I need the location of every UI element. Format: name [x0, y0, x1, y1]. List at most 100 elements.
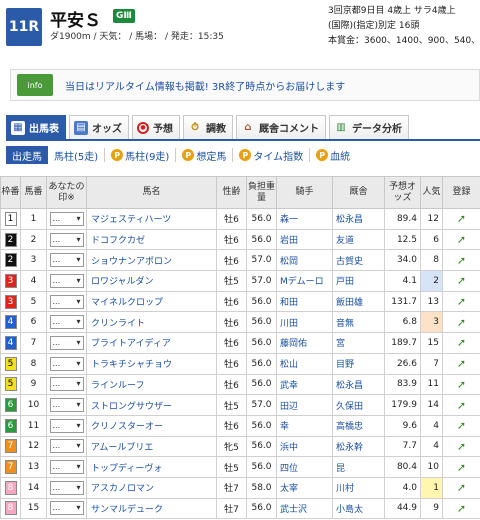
jockey-link[interactable]: 太宰 [276, 476, 333, 499]
horse-name-link[interactable]: マジェスティハーツ [86, 208, 217, 230]
trainer-link[interactable]: 川村 [332, 476, 385, 499]
mark-select[interactable]: ... [49, 315, 84, 330]
race-info-line2: (国際)(指定)別定 16頭 [328, 21, 420, 31]
horse-name-link[interactable]: トップディーヴォ [86, 456, 217, 478]
subtab-pedigree[interactable]: P 血統 [310, 148, 356, 163]
register-horse-icon[interactable]: ➚ [457, 295, 466, 308]
mark-select[interactable]: ... [49, 335, 84, 350]
subtab-time-index[interactable]: P タイム指数 [233, 148, 311, 163]
col-register: 登録 [442, 176, 480, 209]
mark-select[interactable]: ... [49, 253, 84, 268]
horse-name-link[interactable]: マイネルクロップ [86, 290, 217, 313]
subtab-pillar-5[interactable]: 馬柱(5走) [48, 148, 106, 163]
odds-cell: 89.4 [384, 208, 421, 230]
subtab-label: タイム指数 [253, 151, 304, 163]
mark-select[interactable]: ... [49, 232, 84, 247]
col-umaban: 馬番 [20, 176, 47, 209]
jockey-link[interactable]: 四位 [276, 456, 333, 478]
trainer-link[interactable]: 久保田 [332, 394, 385, 416]
tab-data-analysis[interactable]: ▥ データ分析 [329, 115, 409, 139]
register-horse-icon[interactable]: ➚ [457, 212, 466, 225]
subtab-runners[interactable]: 出走馬 [6, 146, 48, 164]
register-cell: ➚ [442, 476, 480, 499]
info-banner[interactable]: info 当日はリアルタイム情報も掲載! 3R終了時点からお届けします [10, 69, 480, 101]
register-horse-icon[interactable]: ➚ [457, 336, 466, 349]
jockey-link[interactable]: 田辺 [276, 394, 333, 416]
odds-cell: 179.9 [384, 394, 421, 416]
register-horse-icon[interactable]: ➚ [457, 233, 466, 246]
subtab-expected[interactable]: P 想定馬 [176, 148, 234, 163]
jockey-link[interactable]: 武士沢 [276, 497, 333, 520]
mark-select[interactable]: ... [49, 356, 84, 371]
trainer-link[interactable]: 友道 [332, 228, 385, 251]
info-message[interactable]: 当日はリアルタイム情報も掲載! 3R終了時点からお届けします [65, 78, 345, 93]
trainer-link[interactable]: 音無 [332, 311, 385, 334]
register-horse-icon[interactable]: ➚ [457, 461, 466, 474]
register-horse-icon[interactable]: ➚ [457, 419, 466, 432]
register-horse-icon[interactable]: ➚ [457, 502, 466, 515]
jockey-link[interactable]: 岩田 [276, 228, 333, 251]
jockey-link[interactable]: 川田 [276, 311, 333, 334]
tab-entries[interactable]: ▦ 出馬表 [6, 115, 66, 139]
register-cell: ➚ [442, 332, 480, 354]
mark-select[interactable]: ... [49, 398, 84, 413]
trainer-link[interactable]: 目野 [332, 352, 385, 375]
jockey-link[interactable]: 和田 [276, 290, 333, 313]
mark-select[interactable]: ... [49, 439, 84, 454]
horse-name-link[interactable]: トラキチシャチョウ [86, 352, 217, 375]
subtab-pillar-9[interactable]: P 馬柱(9走) [105, 148, 177, 163]
mark-select[interactable]: ... [49, 480, 84, 495]
mark-select[interactable]: ... [49, 294, 84, 309]
register-horse-icon[interactable]: ➚ [457, 274, 466, 287]
jockey-link[interactable]: 浜中 [276, 435, 333, 458]
horse-name-link[interactable]: ブライトアイディア [86, 332, 217, 354]
horse-name-link[interactable]: ショウナンアポロン [86, 249, 217, 272]
register-horse-icon[interactable]: ➚ [457, 357, 466, 370]
jockey-link[interactable]: 松山 [276, 352, 333, 375]
register-horse-icon[interactable]: ➚ [457, 254, 466, 267]
tab-training[interactable]: ⏱ 調教 [183, 115, 233, 139]
jockey-link[interactable]: 幸 [276, 414, 333, 437]
register-horse-icon[interactable]: ➚ [457, 316, 466, 329]
mark-select[interactable]: ... [49, 377, 84, 392]
tab-stable-comment[interactable]: ⌂ 厩舎コメント [236, 115, 326, 139]
mark-select[interactable]: ... [49, 418, 84, 433]
trainer-link[interactable]: 松永幹 [332, 435, 385, 458]
trainer-link[interactable]: 宮 [332, 332, 385, 354]
odds-cell: 6.8 [384, 311, 421, 334]
jockey-link[interactable]: 森一 [276, 208, 333, 230]
mark-select[interactable]: ... [49, 460, 84, 475]
jockey-link[interactable]: 松岡 [276, 249, 333, 272]
trainer-link[interactable]: 高橋忠 [332, 414, 385, 437]
register-horse-icon[interactable]: ➚ [457, 378, 466, 391]
tab-prediction[interactable]: ● 予想 [132, 115, 180, 139]
jockey-link[interactable]: 藤岡佑 [276, 332, 333, 354]
mark-select[interactable]: ... [49, 211, 84, 226]
trainer-link[interactable]: 戸田 [332, 270, 385, 292]
horse-name-link[interactable]: アムールブリエ [86, 435, 217, 458]
horse-name-link[interactable]: サンマルデューク [86, 497, 217, 520]
horse-name-link[interactable]: クリンライト [86, 311, 217, 334]
register-horse-icon[interactable]: ➚ [457, 481, 466, 494]
register-horse-icon[interactable]: ➚ [457, 440, 466, 453]
odds-cell: 189.7 [384, 332, 421, 354]
trainer-link[interactable]: 松永昌 [332, 208, 385, 230]
mark-select[interactable]: ... [49, 501, 84, 516]
mark-select[interactable]: ... [49, 273, 84, 288]
jockey-link[interactable]: 武幸 [276, 373, 333, 396]
horse-name-link[interactable]: ドコフクカゼ [86, 228, 217, 251]
horse-name-link[interactable]: クリノスターオー [86, 414, 217, 437]
trainer-link[interactable]: 松永昌 [332, 373, 385, 396]
horse-name-link[interactable]: アスカノロマン [86, 476, 217, 499]
tab-odds[interactable]: ▤ オッズ [69, 115, 129, 139]
trainer-link[interactable]: 古賀史 [332, 249, 385, 272]
horse-name-link[interactable]: ラインルーフ [86, 373, 217, 396]
register-horse-icon[interactable]: ➚ [457, 399, 466, 412]
trainer-link[interactable]: 昆 [332, 456, 385, 478]
jockey-link[interactable]: Mデムーロ [276, 270, 333, 292]
horse-name-link[interactable]: ストロングサウザー [86, 394, 217, 416]
trainer-link[interactable]: 小島太 [332, 497, 385, 520]
odds-cell: 9.6 [384, 414, 421, 437]
trainer-link[interactable]: 飯田雄 [332, 290, 385, 313]
horse-name-link[interactable]: ロワジャルダン [86, 270, 217, 292]
